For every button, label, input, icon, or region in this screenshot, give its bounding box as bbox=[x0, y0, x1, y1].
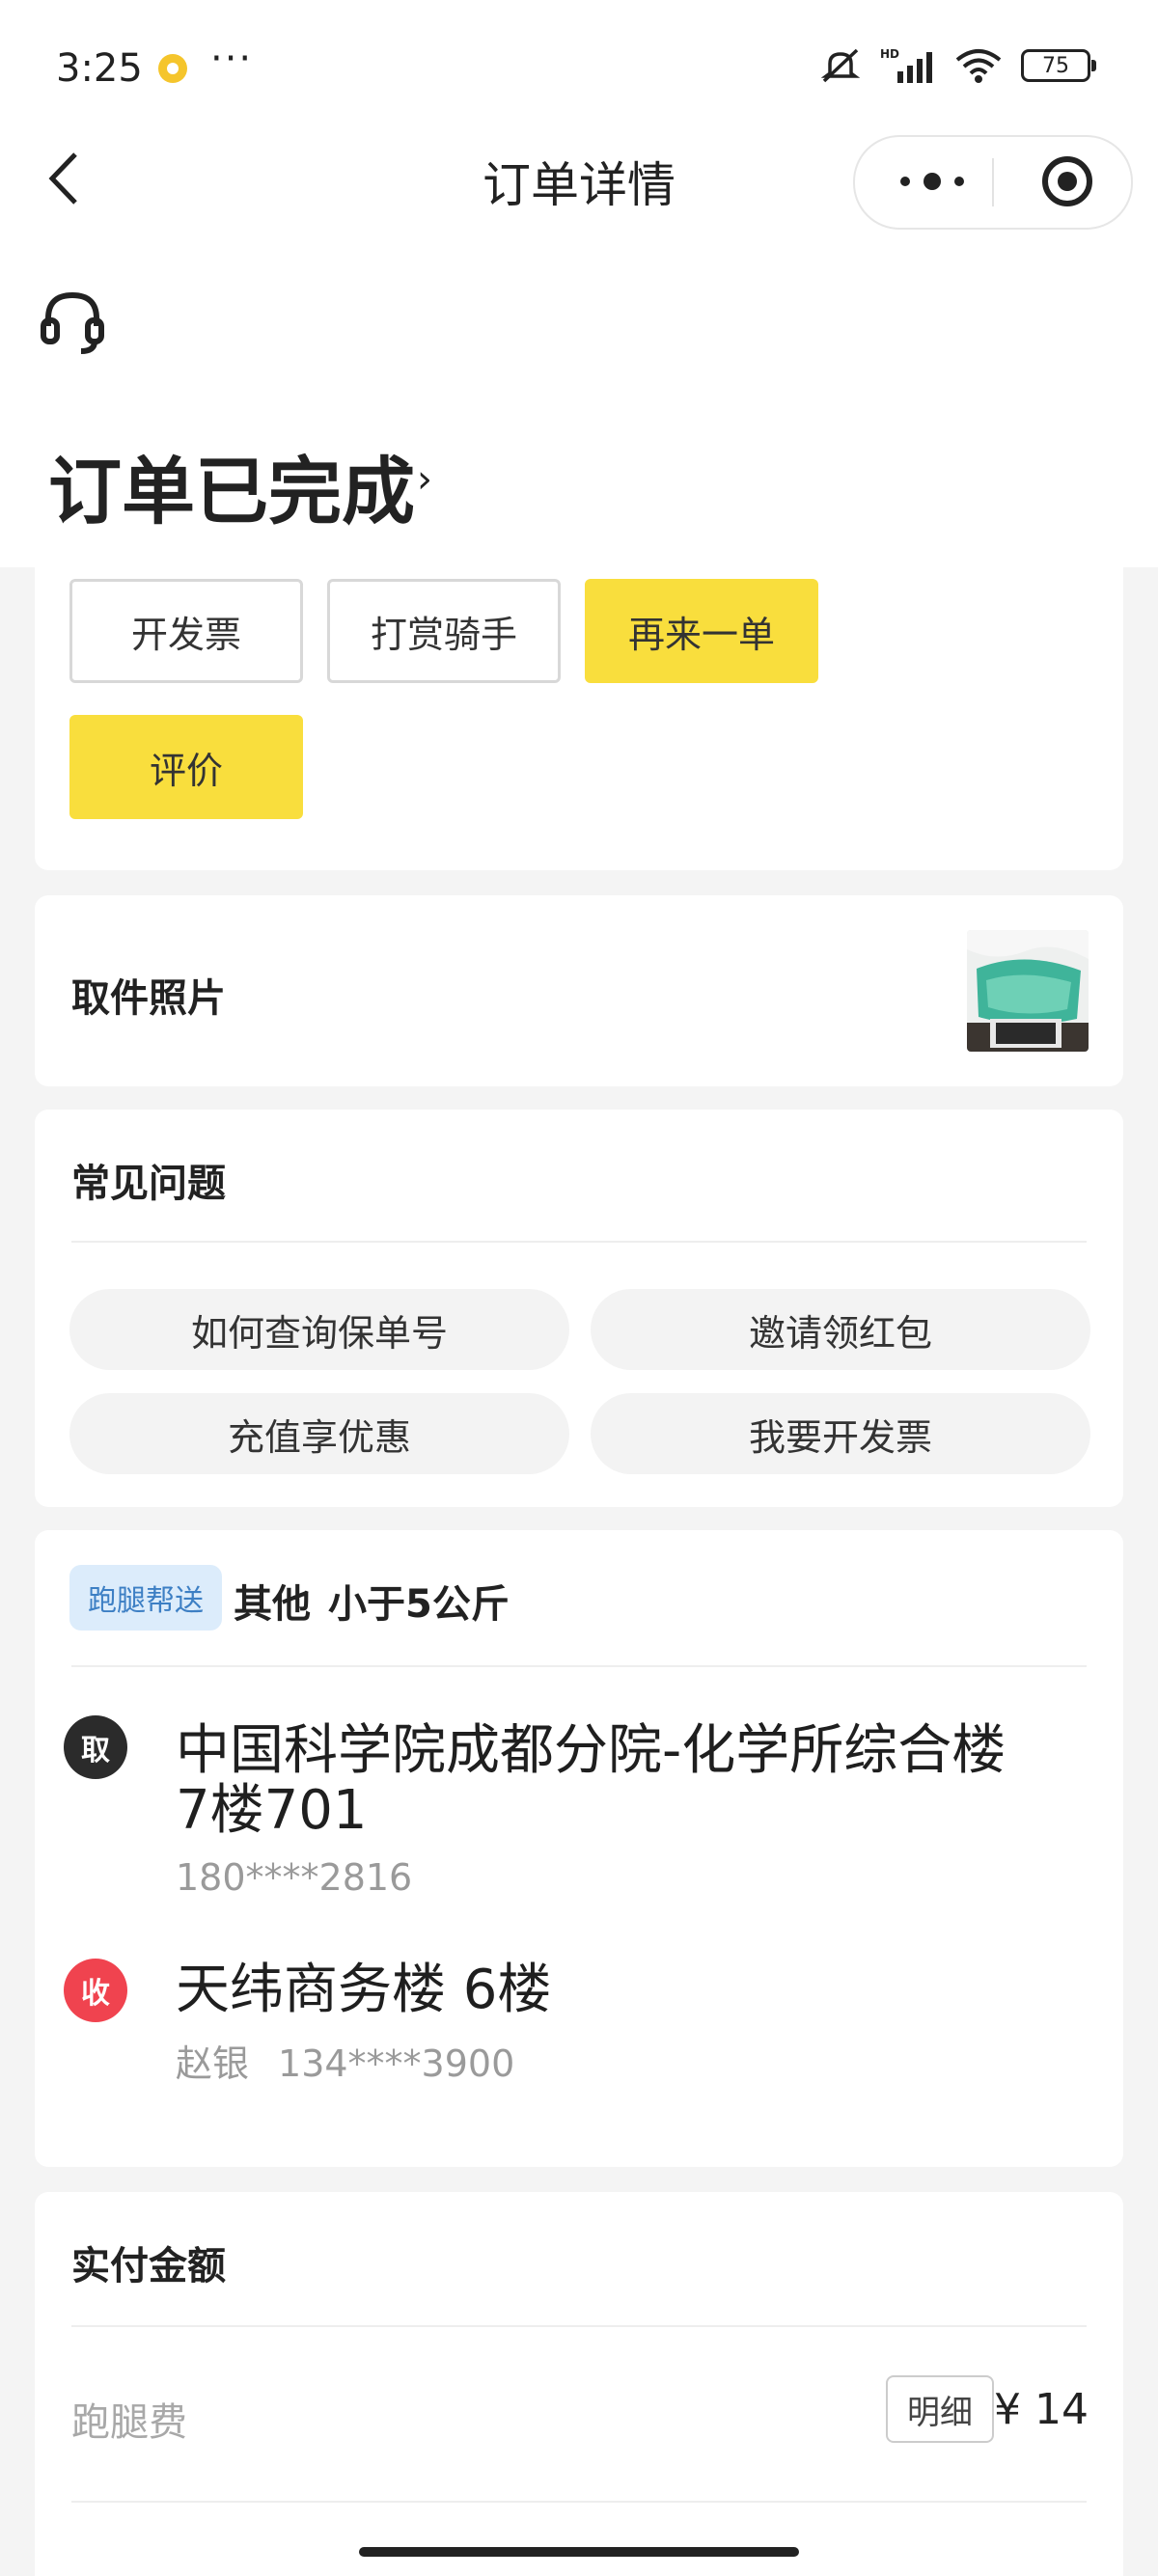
signal-icon: HD bbox=[880, 47, 932, 83]
status-more: ··· bbox=[210, 37, 254, 81]
pickup-badge: 取 bbox=[64, 1715, 127, 1779]
customer-service-icon[interactable] bbox=[39, 288, 106, 357]
close-program-icon[interactable] bbox=[1040, 154, 1094, 208]
battery-icon: 75 bbox=[1021, 49, 1096, 82]
faq-item[interactable]: 我要开发票 bbox=[591, 1393, 1090, 1474]
faq-item[interactable]: 充值享优惠 bbox=[69, 1393, 569, 1474]
dropoff-badge: 收 bbox=[64, 1959, 127, 2022]
delivery-fee-label: 跑腿费 bbox=[71, 2400, 187, 2445]
faq-item[interactable]: 如何查询保单号 bbox=[69, 1289, 569, 1370]
review-button[interactable]: 评价 bbox=[69, 715, 303, 819]
dropoff-name: 赵银 bbox=[176, 2042, 250, 2085]
pickup-photo-title: 取件照片 bbox=[71, 976, 226, 1021]
capsule-divider bbox=[992, 158, 994, 206]
faq-title: 常见问题 bbox=[71, 1162, 226, 1206]
pickup-photo-thumbnail[interactable] bbox=[967, 930, 1089, 1052]
battery-level: 75 bbox=[1042, 53, 1069, 78]
faq-divider bbox=[71, 1241, 1087, 1243]
pickup-photo-card[interactable]: 取件照片 bbox=[35, 895, 1123, 1086]
dropoff-address: 天纬商务楼 6楼 bbox=[176, 1959, 552, 2021]
delivery-info-card: 跑腿帮送 其他 小于5公斤 取 中国科学院成都分院-化学所综合楼 7楼701 18… bbox=[35, 1530, 1123, 2167]
package-info: 其他 小于5公斤 bbox=[234, 1573, 527, 1629]
tip-rider-button[interactable]: 打赏骑手 bbox=[327, 579, 561, 683]
pickup-address-line2: 7楼701 bbox=[176, 1779, 368, 1842]
pickup-address: 中国科学院成都分院-化学所综合楼 7楼701 bbox=[176, 1721, 1006, 1841]
pickup-contact: 180****2816 bbox=[176, 1856, 413, 1899]
status-time: 3:25 bbox=[56, 46, 143, 91]
package-photo-image bbox=[967, 930, 1089, 1052]
invoice-button[interactable]: 开发票 bbox=[69, 579, 303, 683]
more-icon[interactable] bbox=[894, 160, 971, 203]
delivery-fee-amount: ¥ 14 bbox=[994, 2385, 1089, 2434]
payment-title: 实付金额 bbox=[71, 2244, 226, 2288]
package-category: 其他 bbox=[234, 1582, 311, 1627]
payment-divider-bottom bbox=[71, 2501, 1087, 2503]
reorder-button[interactable]: 再来一单 bbox=[585, 579, 818, 683]
chevron-right-icon[interactable]: › bbox=[417, 457, 432, 502]
service-type-tag: 跑腿帮送 bbox=[69, 1565, 222, 1631]
payment-card: 实付金额 跑腿费 明细 ¥ 14 bbox=[35, 2192, 1123, 2576]
order-actions-card: 开发票 打赏骑手 再来一单 评价 bbox=[35, 567, 1123, 870]
faq-item[interactable]: 邀请领红包 bbox=[591, 1289, 1090, 1370]
mini-program-capsule bbox=[853, 135, 1133, 230]
home-indicator[interactable] bbox=[359, 2547, 799, 2557]
wifi-icon bbox=[955, 49, 1002, 83]
status-icons: HD 75 bbox=[818, 46, 1096, 85]
network-type-label: HD bbox=[880, 47, 899, 61]
payment-divider bbox=[71, 2325, 1087, 2327]
app-indicator-icon bbox=[158, 54, 187, 83]
pickup-address-line1: 中国科学院成都分院-化学所综合楼 bbox=[176, 1719, 1006, 1782]
package-weight: 小于5公斤 bbox=[328, 1582, 510, 1627]
dropoff-phone: 134****3900 bbox=[278, 2042, 515, 2085]
delivery-divider bbox=[71, 1665, 1087, 1667]
order-status-title[interactable]: 订单已完成 bbox=[48, 432, 415, 538]
mute-icon bbox=[820, 48, 861, 83]
faq-card: 常见问题 如何查询保单号 邀请领红包 充值享优惠 我要开发票 bbox=[35, 1110, 1123, 1507]
dropoff-contact: 赵银 134****3900 bbox=[176, 2034, 514, 2087]
fee-detail-button[interactable]: 明细 bbox=[886, 2375, 994, 2443]
